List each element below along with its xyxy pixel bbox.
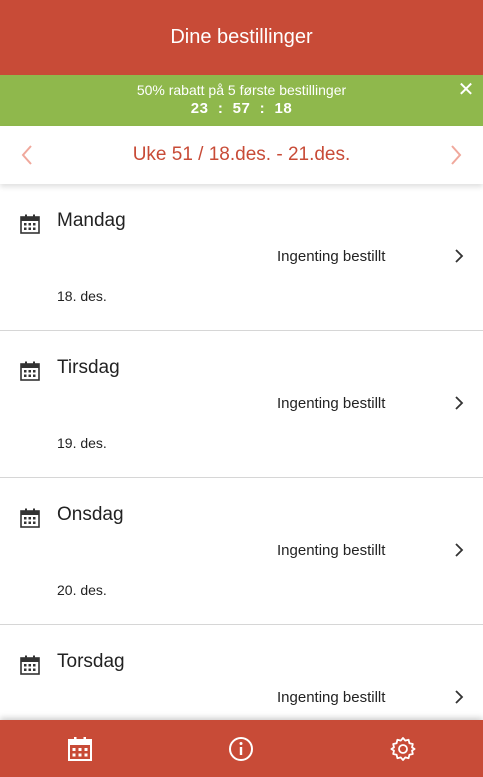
day-date: 19. des. — [57, 435, 107, 451]
day-date: 18. des. — [57, 288, 107, 304]
calendar-icon — [20, 361, 40, 381]
day-name: Tirsdag — [57, 357, 120, 378]
calendar-icon[interactable] — [67, 736, 93, 762]
week-navigator: Uke 51 / 18.des. - 21.des. — [0, 126, 483, 184]
app-header: Dine bestillinger — [0, 0, 483, 75]
order-status: Ingenting bestillt — [277, 248, 386, 265]
calendar-icon — [20, 214, 40, 234]
promo-banner: 50% rabatt på 5 første bestillinger 23 :… — [0, 75, 483, 126]
week-label: Uke 51 / 18.des. - 21.des. — [132, 144, 351, 165]
order-status: Ingenting bestillt — [277, 689, 386, 706]
chevron-right-icon — [455, 249, 464, 263]
chevron-right-icon[interactable] — [441, 140, 471, 170]
page-title: Dine bestillinger — [170, 26, 313, 48]
order-status: Ingenting bestillt — [277, 542, 386, 559]
close-icon[interactable]: ✕ — [455, 79, 477, 101]
calendar-icon — [20, 655, 40, 675]
day-name: Torsdag — [57, 651, 125, 672]
day-list: Mandag Ingenting bestillt 18. des. Tirsd… — [0, 184, 483, 720]
info-icon[interactable] — [228, 736, 254, 762]
chevron-left-icon[interactable] — [12, 140, 42, 170]
settings-icon[interactable] — [390, 736, 416, 762]
day-row-tuesday[interactable]: Tirsdag Ingenting bestillt 19. des. — [0, 331, 483, 478]
day-row-wednesday[interactable]: Onsdag Ingenting bestillt 20. des. — [0, 478, 483, 625]
order-status: Ingenting bestillt — [277, 395, 386, 412]
chevron-right-icon — [455, 543, 464, 557]
chevron-right-icon — [455, 396, 464, 410]
calendar-icon — [20, 508, 40, 528]
promo-text: 50% rabatt på 5 første bestillinger — [136, 82, 347, 98]
day-row-thursday[interactable]: Torsdag Ingenting bestillt — [0, 625, 483, 720]
chevron-right-icon — [455, 690, 464, 704]
day-name: Onsdag — [57, 504, 124, 525]
day-row-monday[interactable]: Mandag Ingenting bestillt 18. des. — [0, 184, 483, 331]
bottom-navigation — [0, 720, 483, 777]
promo-countdown: 23 : 57 : 18 — [190, 100, 293, 117]
day-date: 20. des. — [57, 582, 107, 598]
day-name: Mandag — [57, 210, 126, 231]
